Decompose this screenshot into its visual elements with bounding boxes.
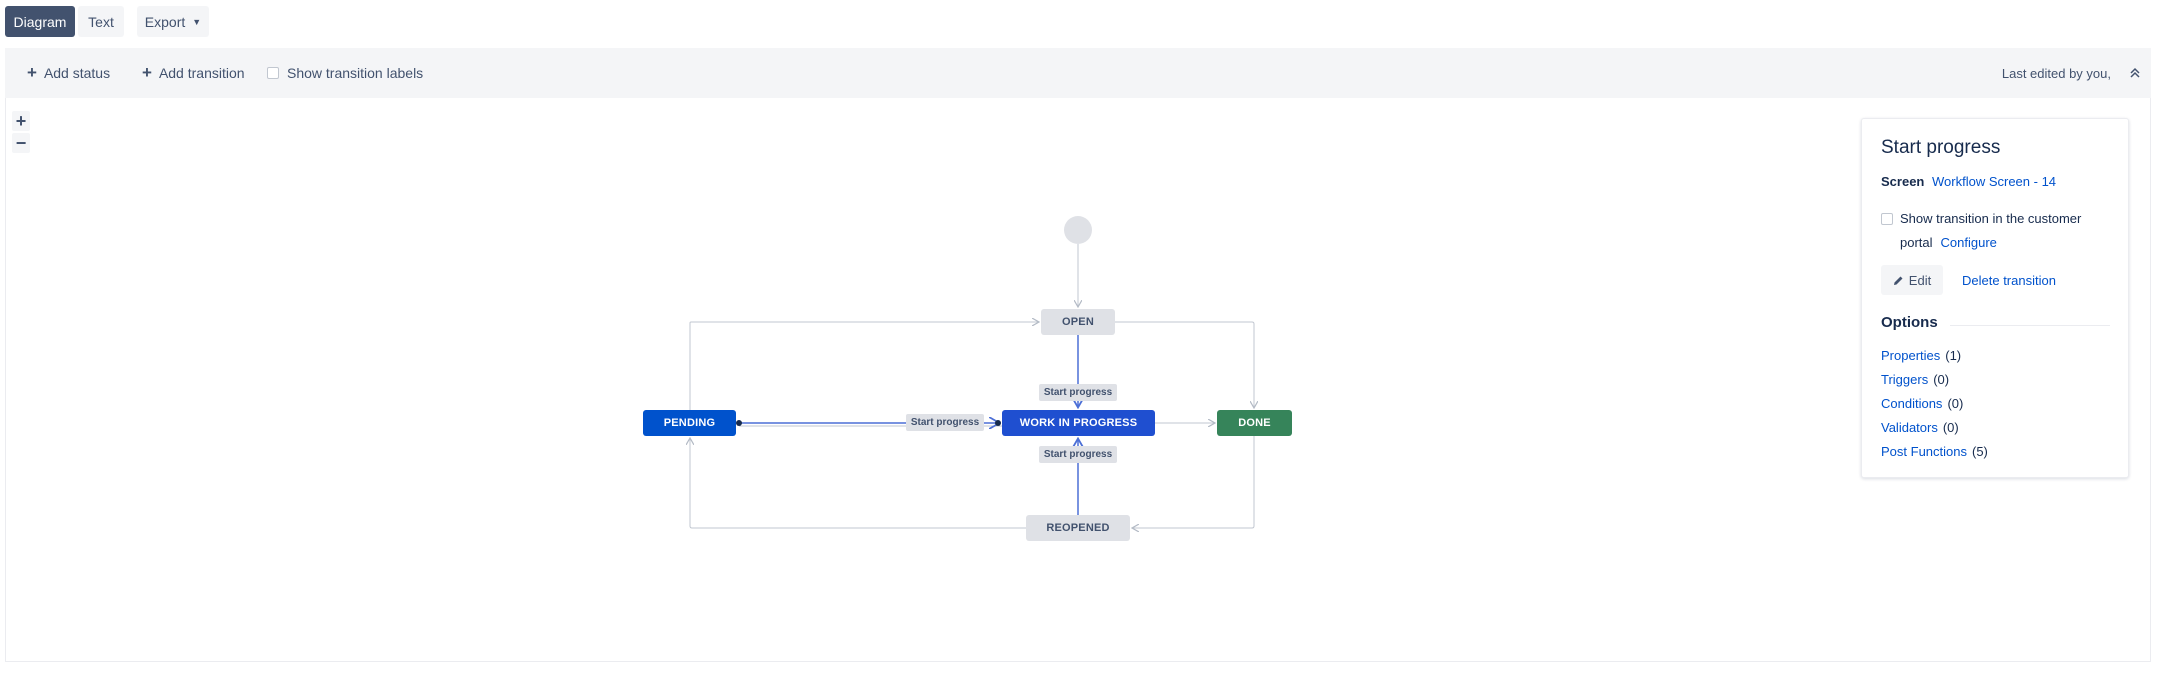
screen-link[interactable]: Workflow Screen - 14 (1932, 174, 2056, 189)
status-reopened[interactable]: REOPENED (1026, 515, 1130, 541)
option-properties: Properties (1) (1881, 343, 1988, 367)
status-done[interactable]: DONE (1217, 410, 1292, 436)
options-heading: Options (1881, 314, 1938, 331)
option-post-functions: Post Functions (5) (1881, 439, 1988, 463)
triggers-count: (0) (1933, 371, 1950, 387)
triggers-link[interactable]: Triggers (1881, 372, 1928, 387)
conditions-count: (0) (1947, 395, 1964, 411)
transition-source-dot (736, 420, 742, 426)
option-triggers: Triggers (0) (1881, 367, 1988, 391)
option-validators: Validators (0) (1881, 415, 1988, 439)
customer-portal-option: Show transition in the customer portal Co… (1881, 207, 2121, 255)
edit-label: Edit (1908, 272, 1932, 288)
screen-row: Screen Workflow Screen - 14 (1881, 174, 2056, 189)
edit-button[interactable]: Edit (1881, 265, 1943, 295)
customer-portal-checkbox[interactable] (1881, 213, 1893, 225)
conditions-link[interactable]: Conditions (1881, 396, 1942, 411)
panel-title: Start progress (1881, 137, 2001, 158)
pencil-icon (1893, 276, 1903, 285)
delete-transition-link[interactable]: Delete transition (1962, 265, 2056, 295)
done-to-reopened-connector (1133, 436, 1255, 528)
post-functions-count: (5) (1972, 443, 1988, 459)
validators-count: (0) (1942, 419, 1959, 435)
screen-label: Screen (1881, 174, 1925, 189)
transition-target-dot (995, 420, 1001, 426)
transition-connectors (0, 216, 2158, 680)
post-functions-link[interactable]: Post Functions (1881, 444, 1967, 459)
properties-count: (1) (1945, 347, 1962, 363)
pending-to-open-connector (689, 322, 1038, 410)
status-pending[interactable]: PENDING (643, 410, 736, 436)
options-list: Properties (1) Triggers (0) Conditions (… (1881, 343, 1988, 463)
transition-label-start-progress-top[interactable]: Start progress (1039, 384, 1117, 401)
transition-label-start-progress-left[interactable]: Start progress (906, 414, 984, 431)
status-open[interactable]: OPEN (1041, 309, 1115, 335)
transition-label-start-progress-bottom[interactable]: Start progress (1039, 446, 1117, 463)
option-conditions: Conditions (0) (1881, 391, 1988, 415)
validators-link[interactable]: Validators (1881, 420, 1938, 435)
reopened-to-pending-connector (690, 439, 1026, 529)
open-to-done-connector (1115, 321, 1254, 407)
configure-link[interactable]: Configure (1941, 235, 1997, 250)
status-work-in-progress[interactable]: WORK IN PROGRESS (1002, 410, 1155, 436)
options-divider (1950, 325, 2110, 326)
transition-details-panel: Start progress Screen Workflow Screen - … (1861, 118, 2129, 478)
initial-state-circle (1064, 216, 1092, 244)
properties-link[interactable]: Properties (1881, 348, 1940, 363)
